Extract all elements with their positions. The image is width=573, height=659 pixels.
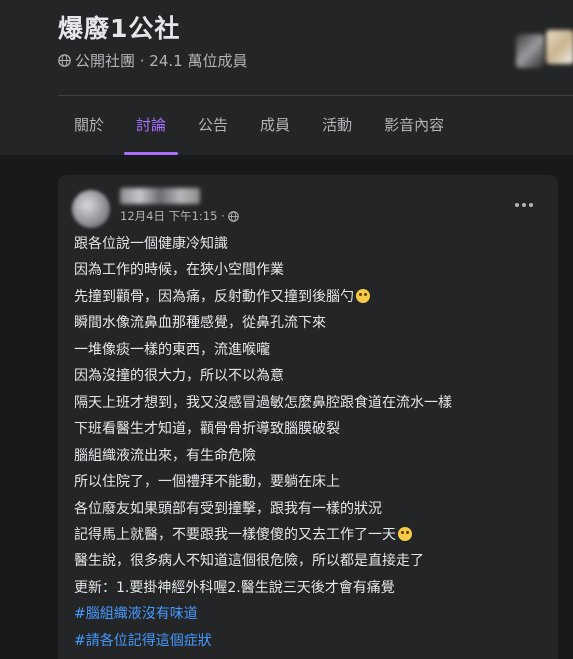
more-options-icon[interactable] xyxy=(510,195,538,215)
post-line: 醫生說，很多病人不知道這個很危險，所以都是直接走了 xyxy=(74,553,424,570)
post-line: 隔天上班才想到，我又沒感冒過敏怎麼鼻腔跟食道在流水一樣 xyxy=(74,394,452,411)
post-line: 更新：1.要掛神經外科喔2.醫生說三天後才會有痛覺 xyxy=(74,579,395,596)
author-name-redacted[interactable] xyxy=(120,188,200,204)
tab-about[interactable]: 關於 xyxy=(58,96,120,155)
post-line: 因為工作的時候，在狹小空間作業 xyxy=(74,262,284,279)
tab-media[interactable]: 影音內容 xyxy=(368,96,460,155)
post-body: 跟各位說一個健康冷知識 因為工作的時候，在狹小空間作業 先撞到顴骨，因為痛，反射… xyxy=(74,231,544,654)
rolling-eyes-emoji-icon xyxy=(356,288,370,303)
post-line: 各位廢友如果頭部有受到撞擊，跟我有一樣的狀況 xyxy=(74,500,382,517)
hashtag-link[interactable]: #腦組織液沒有味道 xyxy=(74,601,544,627)
member-avatars[interactable] xyxy=(516,30,573,68)
post-line: 先撞到顴骨，因為痛，反射動作又撞到後腦勺 xyxy=(74,284,544,310)
hashtag-link[interactable]: #請各位記得這個症狀 xyxy=(74,628,544,654)
post-card: 12月4日 下午1:15 · 跟各位說一個健康冷知識 因為工作的時候，在狹小空間… xyxy=(58,175,558,659)
tab-announcements[interactable]: 公告 xyxy=(182,96,244,155)
post-line: 所以住院了，一個禮拜不能動，要躺在床上 xyxy=(74,474,340,491)
post-line: 下班看醫生才知道，顴骨骨折導致腦膜破裂 xyxy=(74,421,340,438)
tab-discussion[interactable]: 討論 xyxy=(120,96,182,155)
post-line: 記得馬上就醫，不要跟我一樣傻傻的又去工作了一天 xyxy=(74,522,544,548)
avatar[interactable] xyxy=(72,190,110,228)
post-timestamp[interactable]: 12月4日 下午1:15 · xyxy=(120,208,239,224)
group-title[interactable]: 爆廢1公社 xyxy=(58,9,180,45)
post-line: 跟各位說一個健康冷知識 xyxy=(74,236,228,252)
post-line: 因為沒撞的很大力，所以不以為意 xyxy=(74,368,284,385)
group-tabs: 關於 討論 公告 成員 活動 影音內容 xyxy=(58,96,460,155)
globe-icon xyxy=(58,54,71,67)
group-meta: 公開社團 · 24.1 萬位成員 xyxy=(58,50,247,71)
post-line: 瞬間水像流鼻血那種感覺，從鼻孔流下來 xyxy=(74,315,326,332)
tab-members[interactable]: 成員 xyxy=(244,96,306,155)
globe-icon xyxy=(227,210,239,222)
post-line: 腦組織液流出來，有生命危險 xyxy=(74,447,256,464)
post-time-text[interactable]: 12月4日 下午1:15 · xyxy=(120,208,225,224)
group-header: 爆廢1公社 公開社團 · 24.1 萬位成員 關於 討論 公告 成員 活動 影音… xyxy=(0,0,573,155)
post-line: 一堆像痰一樣的東西，流進喉嚨 xyxy=(74,341,270,358)
group-privacy-members: 公開社團 · 24.1 萬位成員 xyxy=(75,52,248,70)
tab-events[interactable]: 活動 xyxy=(306,96,368,155)
rolling-eyes-emoji-icon xyxy=(398,526,412,541)
